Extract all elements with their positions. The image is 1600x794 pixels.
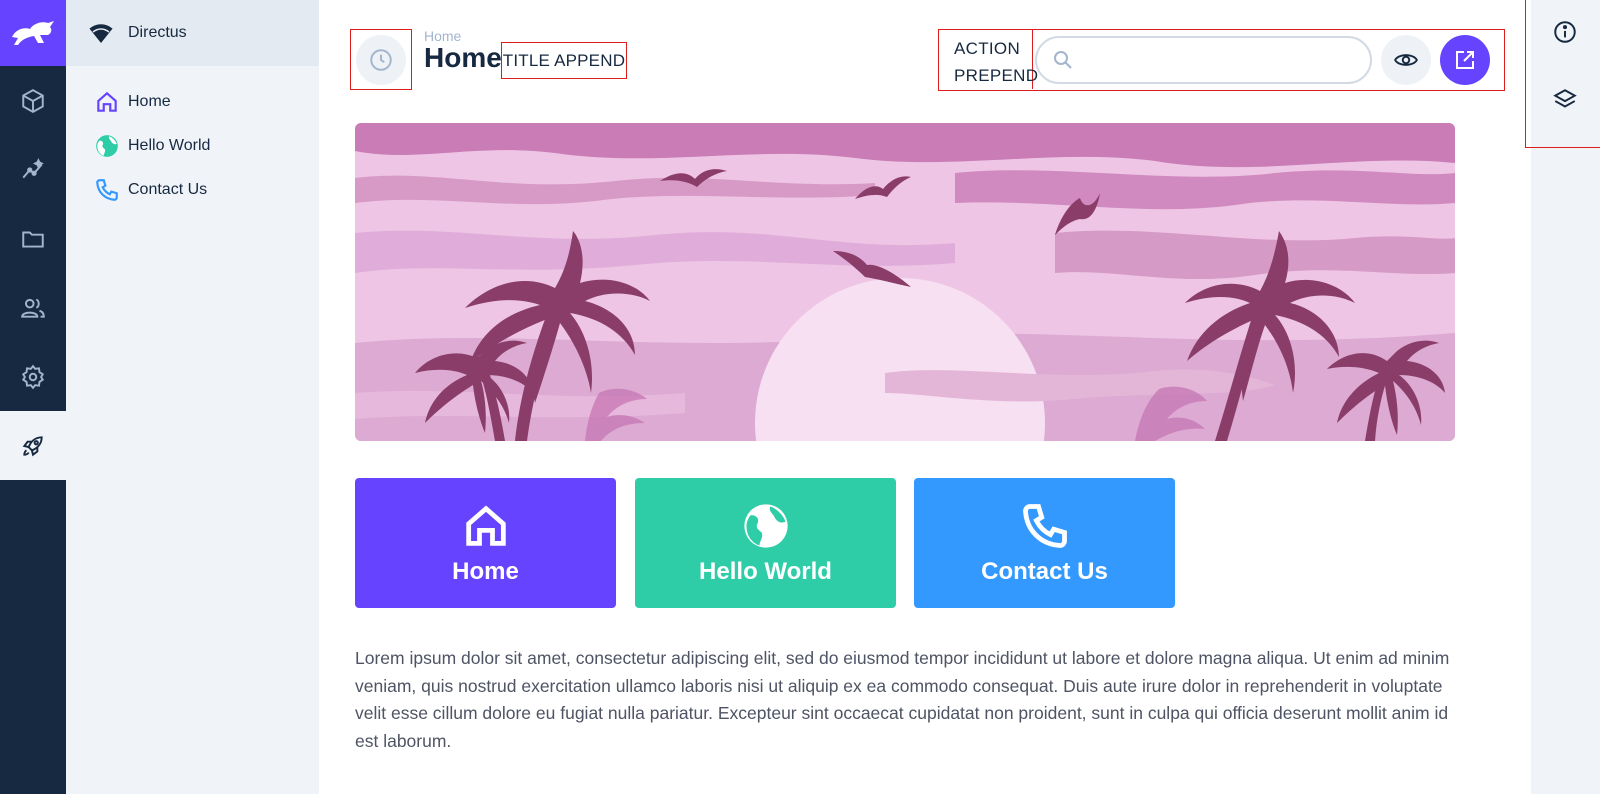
search-icon [1054,51,1072,69]
sidebar-layers-button[interactable] [1540,75,1590,125]
card-hello-world[interactable]: Hello World [635,478,896,608]
rocket-icon [22,435,43,456]
history-button[interactable] [356,34,406,85]
phone-icon [1022,504,1067,548]
page-header: Home Home TITLE APPEND ACTION PREPEND [319,0,1530,110]
history-button-outline [350,29,412,90]
page-title: Home [424,42,502,73]
action-prepend-line1: ACTION [954,39,1021,58]
card-label: Hello World [699,558,832,585]
action-prepend: ACTION PREPEND [939,30,1039,89]
globe-icon [96,135,118,157]
module-pages[interactable] [0,411,66,480]
action-prepend-line2: PREPEND [954,66,1039,85]
globe-icon [743,504,788,548]
preview-button[interactable] [1381,35,1431,85]
card-contact-us[interactable]: Contact Us [914,478,1175,608]
project-header[interactable]: Directus [66,0,319,66]
nav-item-label: Home [128,93,171,110]
card-label: Home [452,558,519,585]
project-name: Directus [128,24,187,41]
insights-icon [22,157,44,178]
rabbit-logo-icon [12,21,54,45]
module-content[interactable] [0,66,66,135]
search-box[interactable] [1035,36,1372,84]
module-users[interactable] [0,273,66,342]
card-home[interactable]: Home [355,478,616,608]
folder-icon [22,231,44,248]
wifi-icon [88,22,114,43]
module-bar [0,0,66,794]
open-in-new-button[interactable] [1440,35,1490,85]
title-append: TITLE APPEND [501,42,627,79]
nav-item-label: Contact Us [128,181,208,198]
navigation-pane: Directus Home Hello World Contact Us [66,0,319,794]
header-actions: ACTION PREPEND [938,29,1505,91]
people-icon [21,298,45,318]
module-settings[interactable] [0,342,66,411]
card-label: Contact Us [981,558,1108,585]
directus-logo[interactable] [0,0,66,66]
gear-icon [21,364,45,389]
box-icon [22,88,44,113]
nav-item-home[interactable]: Home [66,80,319,124]
home-icon [97,91,117,112]
info-icon [1554,21,1576,43]
eye-icon [1394,54,1418,66]
nav-list: Home Hello World Contact Us [66,66,319,212]
sidebar-info-button[interactable] [1540,7,1590,57]
tropical-sunset-illustration [355,123,1455,441]
open-in-new-icon [1456,51,1474,69]
clock-icon [370,48,392,71]
search-input[interactable] [1083,51,1353,69]
home-icon [465,505,506,546]
nav-item-label: Hello World [128,137,211,154]
layers-icon [1553,89,1577,108]
body-paragraph: Lorem ipsum dolor sit amet, consectetur … [355,648,1450,751]
module-files[interactable] [0,204,66,273]
hero-image [355,123,1455,441]
module-insights[interactable] [0,135,66,204]
nav-item-contact-us[interactable]: Contact Us [66,168,319,212]
nav-item-hello-world[interactable]: Hello World [66,124,319,168]
phone-icon [96,179,118,201]
